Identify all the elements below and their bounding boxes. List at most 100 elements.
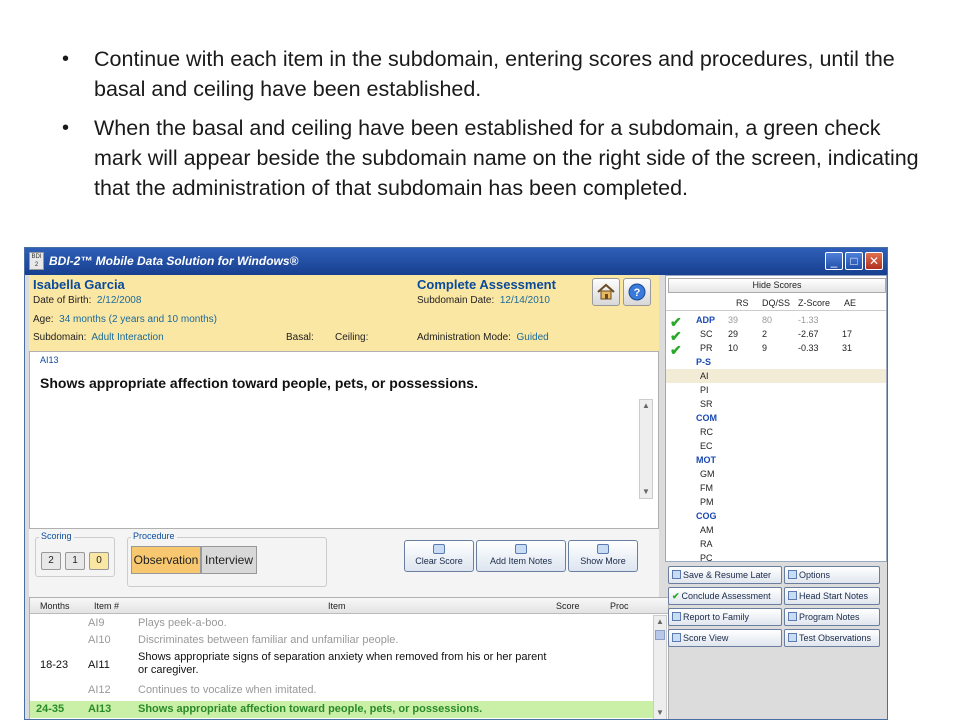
z-value: -1.33: [798, 315, 819, 325]
subdomain-label: Subdomain:: [33, 332, 87, 343]
subdomain-name: GM: [700, 469, 715, 479]
subdomain-row-pr[interactable]: ✔ PR 10 9 -0.33 31: [666, 341, 886, 357]
observation-button[interactable]: Observation: [131, 546, 201, 574]
bullet-text: When the basal and ceiling have been est…: [94, 116, 919, 200]
row-item-number: AI10: [88, 634, 111, 646]
score-1-button[interactable]: 1: [65, 552, 85, 570]
subdomain-name: FM: [700, 483, 713, 493]
item-text: Shows appropriate affection toward peopl…: [40, 375, 478, 391]
scroll-up-icon[interactable]: ▲: [640, 400, 652, 412]
col-item-number: Item #: [94, 601, 120, 611]
scroll-down-icon[interactable]: ▼: [640, 486, 652, 498]
subdomain-value: Adult Interaction: [91, 332, 164, 343]
program-notes-button[interactable]: Program Notes: [784, 608, 880, 626]
subdomain-row-pi[interactable]: PI: [666, 383, 886, 397]
ae-value: 31: [842, 343, 853, 353]
admin-mode-label: Administration Mode:: [417, 332, 511, 343]
row-item-number: AI9: [88, 617, 105, 629]
item-scrollbar[interactable]: ▲ ▼: [639, 399, 653, 499]
help-button[interactable]: ?: [623, 278, 651, 306]
subdomain-row-rc[interactable]: RC: [666, 425, 886, 439]
subdomain-name: AI: [700, 371, 709, 381]
options-button[interactable]: Options: [784, 566, 880, 584]
score-view-button[interactable]: Score View: [668, 629, 782, 647]
subdomain-row-pc[interactable]: PC: [666, 551, 886, 565]
child-info-header: Isabella Garcia Date of Birth: 2/12/2008…: [29, 275, 659, 351]
table-row[interactable]: AI12 Continues to vocalize when imitated…: [30, 684, 654, 700]
row-item-number: AI12: [88, 684, 111, 696]
options-label: Options: [799, 570, 831, 580]
table-row[interactable]: 18-23 AI11 Shows appropriate signs of se…: [30, 651, 654, 681]
row-item-desc: Shows appropriate affection toward peopl…: [138, 703, 483, 715]
subdomain-name: PR: [700, 343, 713, 353]
help-icon: ?: [628, 283, 646, 301]
subdomain-date-value: 12/14/2010: [499, 295, 550, 306]
ceiling-label: Ceiling:: [335, 332, 369, 343]
scroll-down-icon[interactable]: ▼: [654, 707, 666, 719]
subdomain-name: PM: [700, 497, 714, 507]
subdomain-name: PI: [700, 385, 709, 395]
clear-score-button[interactable]: Clear Score: [404, 540, 474, 572]
add-item-notes-button[interactable]: Add Item Notes: [476, 540, 566, 572]
age-value: 34 months (2 years and 10 months): [59, 314, 218, 325]
test-observations-button[interactable]: Test Observations: [784, 629, 880, 647]
conclude-assessment-button[interactable]: ✔ Conclude Assessment: [668, 587, 782, 605]
subdomain-row-am[interactable]: AM: [666, 523, 886, 537]
show-more-button[interactable]: Show More: [568, 540, 638, 572]
domain-row-ps[interactable]: P-S: [666, 355, 886, 369]
close-button[interactable]: ✕: [865, 252, 883, 270]
col-z-score: Z-Score: [798, 298, 831, 308]
report-to-family-button[interactable]: Report to Family: [668, 608, 782, 626]
subdomain-row-pm[interactable]: PM: [666, 495, 886, 509]
observations-icon: [788, 633, 797, 642]
subdomain-row-sr[interactable]: SR: [666, 397, 886, 411]
table-row-selected[interactable]: 24-35 AI13 Shows appropriate affection t…: [30, 701, 654, 718]
table-scrollbar[interactable]: ▲ ▼: [653, 615, 667, 719]
home-button[interactable]: [592, 278, 620, 306]
controls-area: Scoring 2 1 0 Procedure Observation Inte…: [29, 529, 659, 597]
subdomain-row-sc[interactable]: ✔ SC 29 2 -2.67 17: [666, 327, 886, 343]
row-item-desc: Shows appropriate signs of separation an…: [138, 651, 547, 676]
subdomain-row-ai[interactable]: AI: [666, 369, 886, 383]
row-item-number: AI13: [88, 703, 112, 715]
domain-row-com[interactable]: COM: [666, 411, 886, 425]
col-item: Item: [328, 601, 346, 611]
show-more-icon: [597, 544, 609, 554]
domain-row-adp[interactable]: ✔ ADP 39 80 -1.33: [666, 313, 886, 329]
scroll-thumb[interactable]: [655, 630, 665, 640]
age-row: Age: 34 months (2 years and 10 months): [33, 314, 217, 325]
subdomain-row-gm[interactable]: GM: [666, 467, 886, 481]
subdomain-row-ra[interactable]: RA: [666, 537, 886, 551]
bullet-2: • When the basal and ceiling have been e…: [62, 113, 922, 203]
score-0-button[interactable]: 0: [89, 552, 109, 570]
domain-row-cog[interactable]: COG: [666, 509, 886, 523]
score-2-button[interactable]: 2: [41, 552, 61, 570]
app-window: BDI 2 BDI-2™ Mobile Data Solution for Wi…: [24, 247, 888, 720]
report-family-label: Report to Family: [683, 612, 750, 622]
scroll-up-icon[interactable]: ▲: [654, 616, 666, 628]
domain-name: P-S: [696, 357, 712, 367]
domain-name: COM: [696, 413, 717, 423]
report-icon: [672, 612, 681, 621]
maximize-button[interactable]: □: [845, 252, 863, 270]
head-start-notes-button[interactable]: Head Start Notes: [784, 587, 880, 605]
item-code: AI13: [40, 355, 59, 365]
score-view-icon: [672, 633, 681, 642]
table-row[interactable]: AI10 Discriminates between familiar and …: [30, 634, 654, 650]
hide-scores-button[interactable]: Hide Scores: [668, 278, 886, 293]
window-title: BDI-2™ Mobile Data Solution for Windows®: [49, 254, 299, 268]
subdomain-row-fm[interactable]: FM: [666, 481, 886, 495]
svg-text:?: ?: [634, 287, 641, 299]
interview-button[interactable]: Interview: [201, 546, 257, 574]
rs-value: 29: [728, 329, 739, 339]
domain-row-mot[interactable]: MOT: [666, 453, 886, 467]
col-proc: Proc: [610, 601, 629, 611]
subdomain-row-ec[interactable]: EC: [666, 439, 886, 453]
save-resume-button[interactable]: Save & Resume Later: [668, 566, 782, 584]
subdomain-name: EC: [700, 441, 713, 451]
title-bar: BDI 2 BDI-2™ Mobile Data Solution for Wi…: [25, 248, 887, 275]
table-row[interactable]: AI9 Plays peek-a-boo.: [30, 617, 654, 633]
col-rs: RS: [736, 298, 749, 308]
minimize-button[interactable]: _: [825, 252, 843, 270]
dob-label: Date of Birth:: [33, 295, 92, 306]
